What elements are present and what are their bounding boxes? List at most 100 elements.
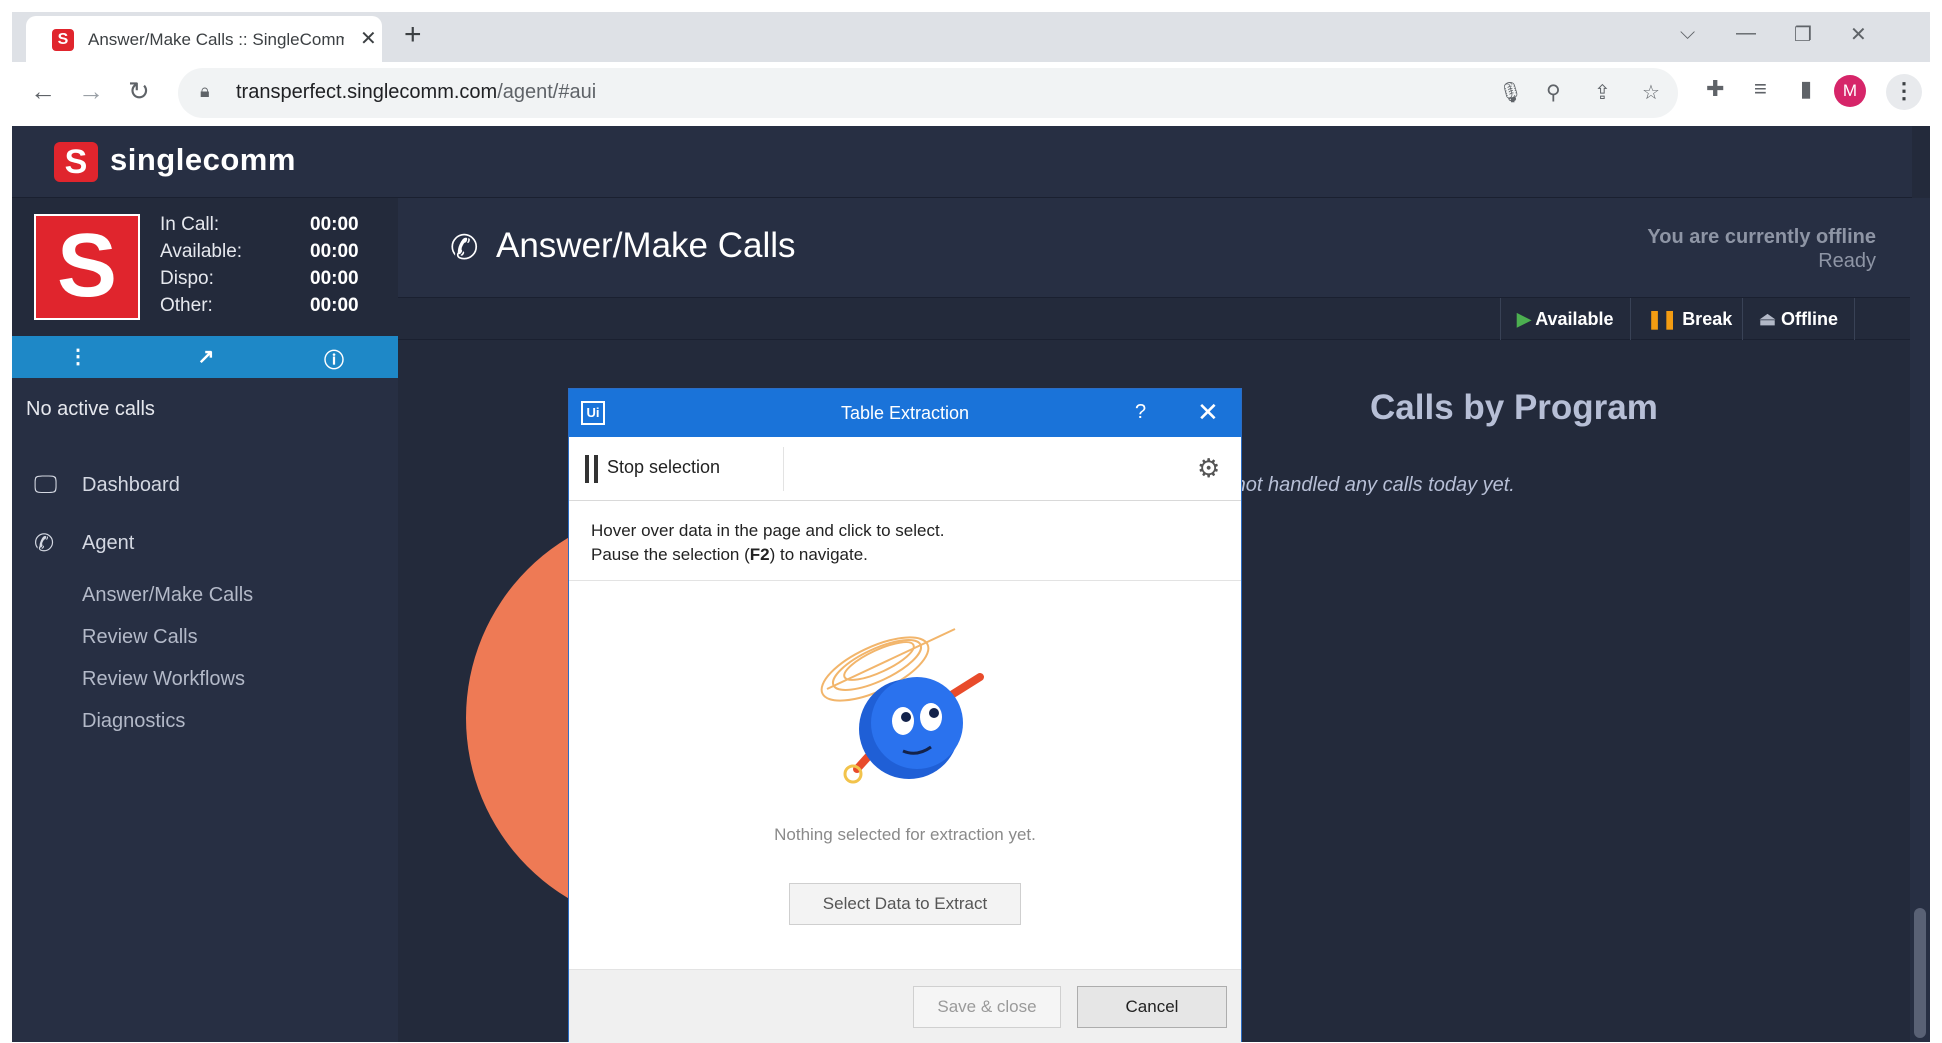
no-active-calls: No active calls	[26, 398, 155, 420]
timer-label-available: Available:	[160, 241, 243, 262]
mascot-pupil-left	[901, 712, 911, 722]
break-button[interactable]: ❚❚ Break	[1630, 298, 1748, 340]
scroll-thumb[interactable]	[1914, 908, 1926, 1038]
info-icon[interactable]: ⓘ	[314, 344, 354, 373]
browser-menu-icon[interactable]: ⋮	[1886, 74, 1922, 110]
timer-value-in-call: 00:00	[310, 214, 359, 235]
timer-value-other: 00:00	[310, 295, 359, 316]
app-header: S singlecomm	[12, 126, 1912, 198]
empty-selection-message: Nothing selected for extraction yet.	[774, 825, 1036, 844]
table-extraction-dialog: Ui Table Extraction ? ✕ Stop selection ⚙…	[568, 388, 1242, 1043]
dialog-toolbar: Stop selection ⚙	[569, 437, 1241, 501]
sidebar-item-answer-make-calls[interactable]: Answer/Make Calls	[82, 584, 253, 607]
tab-title: Answer/Make Calls :: SingleComm	[88, 30, 344, 49]
media-control-icon[interactable]: ≡	[1754, 76, 1767, 102]
sidebar-item-diagnostics[interactable]: Diagnostics	[82, 710, 185, 733]
page-title: Answer/Make Calls	[496, 226, 796, 265]
side-panel-icon[interactable]: ▮	[1800, 76, 1812, 102]
mascot-hand-ring	[843, 764, 863, 784]
instructions: Hover over data in the page and click to…	[569, 501, 1241, 581]
omnibox[interactable]: 🔒︎ transperfect.singlecomm.com/agent/#au…	[178, 68, 1678, 118]
zoom-icon[interactable]: ⚲	[1546, 80, 1561, 105]
more-options-icon[interactable]: ⋮	[58, 344, 98, 369]
help-icon[interactable]: ?	[1135, 401, 1146, 424]
tab-strip: S Answer/Make Calls :: SingleComm ✕ + ⌵ …	[12, 12, 1930, 62]
timer-value-available: 00:00	[310, 241, 359, 262]
save-close-button[interactable]: Save & close	[913, 986, 1061, 1028]
agent-card: S In Call: 00:00 Available: 00:00 Dispo:…	[12, 198, 398, 336]
singlecomm-logo-icon[interactable]: S	[54, 142, 98, 182]
url-host: transperfect.singlecomm.com	[236, 81, 498, 103]
pause-selection-icon[interactable]	[585, 455, 599, 483]
popout-arrow-icon[interactable]: ↗	[186, 344, 226, 369]
play-icon: ▶	[1517, 309, 1531, 329]
break-label: Break	[1682, 309, 1733, 329]
back-icon[interactable]: ←	[30, 76, 56, 107]
instruction-key: F2	[749, 545, 770, 564]
favicon-icon: S	[52, 29, 74, 51]
sidebar-item-review-calls[interactable]: Review Calls	[82, 626, 198, 649]
ready-status-text: Ready	[1818, 250, 1876, 272]
stop-selection-button[interactable]: Stop selection	[607, 457, 720, 478]
reload-icon[interactable]: ↻	[128, 76, 150, 107]
offline-button[interactable]: ⏏ Offline	[1742, 298, 1856, 340]
timer-label-dispo: Dispo:	[160, 268, 214, 289]
available-button[interactable]: ▶ Available	[1500, 298, 1630, 340]
monitor-icon: 🖵︎	[34, 471, 58, 498]
robot-mascot-illustration	[820, 628, 984, 784]
sidebar: S In Call: 00:00 Available: 00:00 Dispo:…	[12, 198, 398, 1042]
url-text[interactable]: transperfect.singlecomm.com/agent/#aui	[236, 81, 596, 104]
instruction-line-2: Pause the selection (F2) to navigate.	[591, 543, 1219, 567]
sidebar-item-dashboard[interactable]: Dashboard	[82, 474, 180, 497]
dialog-footer: Save & close Cancel	[569, 969, 1241, 1043]
phone-icon: ✆	[34, 530, 55, 557]
page-header: ✆ Answer/Make Calls You are currently of…	[398, 198, 1912, 298]
page-scrollbar[interactable]	[1910, 198, 1930, 1042]
available-label: Available	[1535, 309, 1614, 329]
address-toolbar: ← → ↻ 🔒︎ transperfect.singlecomm.com/age…	[12, 62, 1930, 126]
offline-label: Offline	[1781, 309, 1839, 329]
minimize-icon[interactable]: —	[1736, 22, 1756, 45]
sidebar-item-review-workflows[interactable]: Review Workflows	[82, 668, 245, 691]
new-tab-button[interactable]: +	[404, 18, 422, 52]
offline-status-text: You are currently offline	[1647, 226, 1876, 248]
url-path: /agent/#aui	[497, 81, 597, 103]
dialog-titlebar: Ui Table Extraction ? ✕	[569, 389, 1241, 437]
chart-title: Calls by Program	[1370, 388, 1658, 427]
phone-icon: ✆	[450, 229, 479, 267]
toolbar-divider	[783, 447, 784, 491]
timer-label-other: Other:	[160, 295, 213, 316]
agent-action-bar: ⋮ ↗ ⓘ	[12, 336, 398, 378]
timer-label-in-call: In Call:	[160, 214, 220, 235]
gear-icon[interactable]: ⚙	[1197, 453, 1220, 484]
pause-icon: ❚❚	[1647, 309, 1678, 329]
instruction-post: ) to navigate.	[769, 545, 868, 564]
forward-icon[interactable]: →	[78, 76, 104, 107]
dialog-close-icon[interactable]: ✕	[1197, 397, 1219, 428]
status-bar: ▶ Available ❚❚ Break ⏏ Offline	[398, 298, 1912, 340]
browser-chrome: S Answer/Make Calls :: SingleComm ✕ + ⌵ …	[12, 12, 1930, 126]
share-icon[interactable]: ⇪	[1594, 80, 1611, 105]
mascot-body-highlight	[871, 677, 963, 769]
lock-icon[interactable]: 🔒︎	[200, 81, 210, 102]
extensions-icon[interactable]: ✚	[1706, 76, 1724, 102]
profile-avatar[interactable]: M	[1834, 75, 1866, 107]
cancel-button[interactable]: Cancel	[1077, 986, 1227, 1028]
microphone-icon[interactable]: 🎙︎	[1498, 80, 1523, 105]
tab-search-icon[interactable]: ⌵	[1680, 22, 1695, 45]
timer-value-dispo: 00:00	[310, 268, 359, 289]
singlecomm-logo-text[interactable]: singlecomm	[110, 142, 296, 178]
instruction-pre: Pause the selection (	[591, 545, 750, 564]
agent-avatar: S	[34, 214, 140, 320]
bookmark-star-icon[interactable]: ☆	[1642, 80, 1660, 105]
eject-icon: ⏏	[1759, 309, 1777, 329]
sidebar-item-agent[interactable]: Agent	[82, 532, 134, 555]
browser-tab[interactable]: S Answer/Make Calls :: SingleComm ✕	[26, 16, 382, 62]
chart-empty-message: e not handled any calls today yet.	[1218, 474, 1515, 496]
mascot-pupil-right	[929, 708, 939, 718]
restore-icon[interactable]: ❐	[1794, 22, 1812, 47]
window-close-icon[interactable]: ✕	[1850, 22, 1867, 47]
tab-close-icon[interactable]: ✕	[360, 26, 377, 51]
select-data-button[interactable]: Select Data to Extract	[789, 883, 1021, 925]
instruction-line-1: Hover over data in the page and click to…	[591, 521, 945, 540]
